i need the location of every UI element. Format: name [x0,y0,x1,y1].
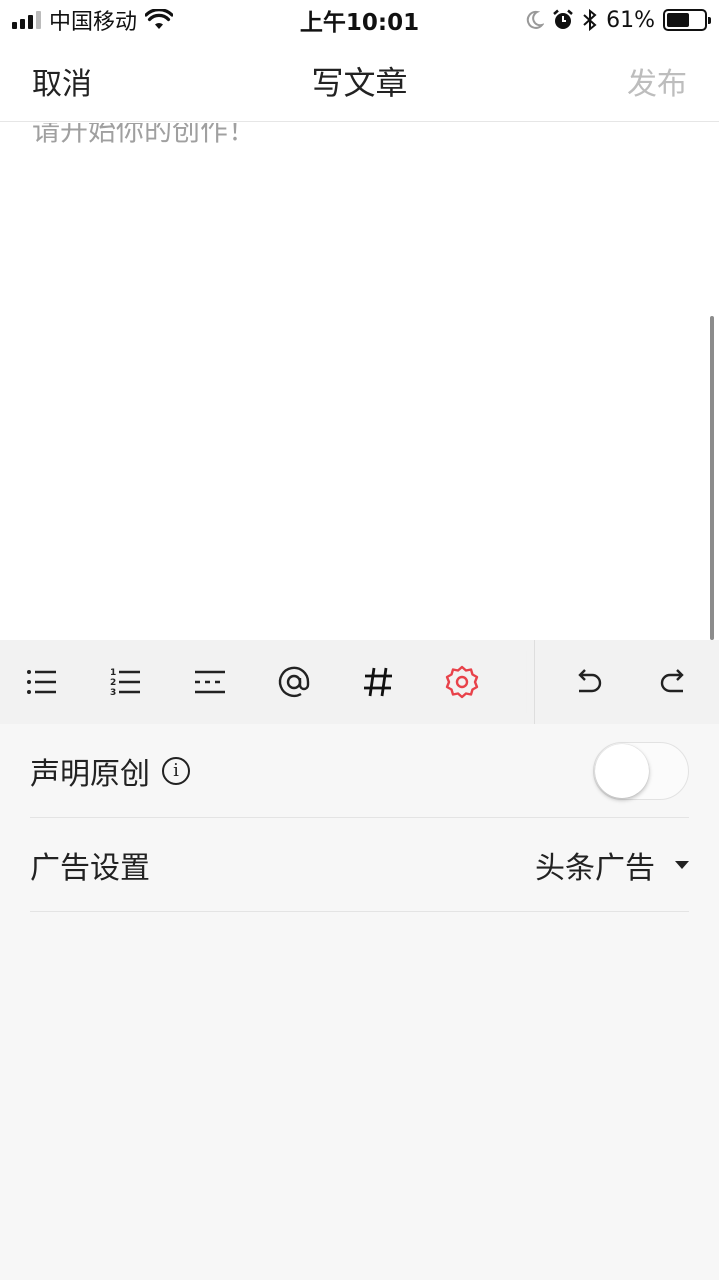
toggle-knob [595,743,649,798]
wifi-icon [145,9,174,29]
ad-settings-row[interactable]: 广告设置 头条广告 [30,818,689,912]
redo-button[interactable] [631,640,715,724]
at-mention-icon [278,666,310,698]
hashtag-icon [364,667,392,697]
bluetooth-icon [583,8,597,32]
redo-icon [660,669,684,693]
status-right: 61% [524,7,711,33]
article-editor[interactable]: 请开始你的创作！ [0,123,719,640]
page-title: 写文章 [311,63,408,102]
svg-text:1: 1 [110,668,116,678]
numbered-list-button[interactable]: 1 2 3 [84,640,168,724]
original-declaration-row: 声明原创 i [30,724,689,818]
ad-settings-label: 广告设置 [30,850,150,886]
status-bar: 中国移动 上午10:01 61% [0,0,719,40]
ad-type-select[interactable]: 头条广告 [535,843,689,887]
carrier-label: 中国移动 [49,10,138,35]
nav-bar: 取消 写文章 发布 [0,40,719,122]
caret-down-icon [675,860,689,869]
numbered-list-icon: 1 2 3 [110,668,140,698]
mention-button[interactable] [252,640,336,724]
hashtag-button[interactable] [336,640,420,724]
settings-icon [445,665,479,699]
battery-percent: 61% [606,7,655,33]
original-toggle[interactable] [593,741,689,800]
publish-button[interactable]: 发布 [627,59,687,103]
signal-icon [12,11,41,29]
alarm-icon [553,9,573,29]
scroll-indicator[interactable] [710,316,714,640]
battery-icon [663,9,711,31]
status-left: 中国移动 [12,4,174,36]
settings-panel: 声明原创 i 广告设置 头条广告 [0,724,719,1280]
format-toolbar: 1 2 3 [0,640,719,724]
moon-icon [526,10,545,29]
info-icon[interactable]: i [162,756,190,785]
divider-button[interactable] [168,640,252,724]
original-label-group: 声明原创 i [30,749,190,793]
settings-button[interactable] [420,640,504,724]
editor-placeholder: 请开始你的创作！ [32,123,257,147]
svg-text:3: 3 [110,688,116,698]
divider-icon [195,670,225,694]
undo-button[interactable] [547,640,631,724]
bullet-list-icon [27,670,56,694]
bullet-list-button[interactable] [0,640,84,724]
write-article-screen: 中国移动 上午10:01 61% 取消 写文章 发布 请开始你的创作！ 1 2 … [0,0,719,1280]
ad-type-value: 头条广告 [535,850,655,886]
toolbar-divider [534,640,535,724]
undo-icon [578,669,602,693]
svg-text:2: 2 [110,678,116,688]
original-label: 声明原创 [30,756,150,792]
cancel-button[interactable]: 取消 [32,59,92,103]
